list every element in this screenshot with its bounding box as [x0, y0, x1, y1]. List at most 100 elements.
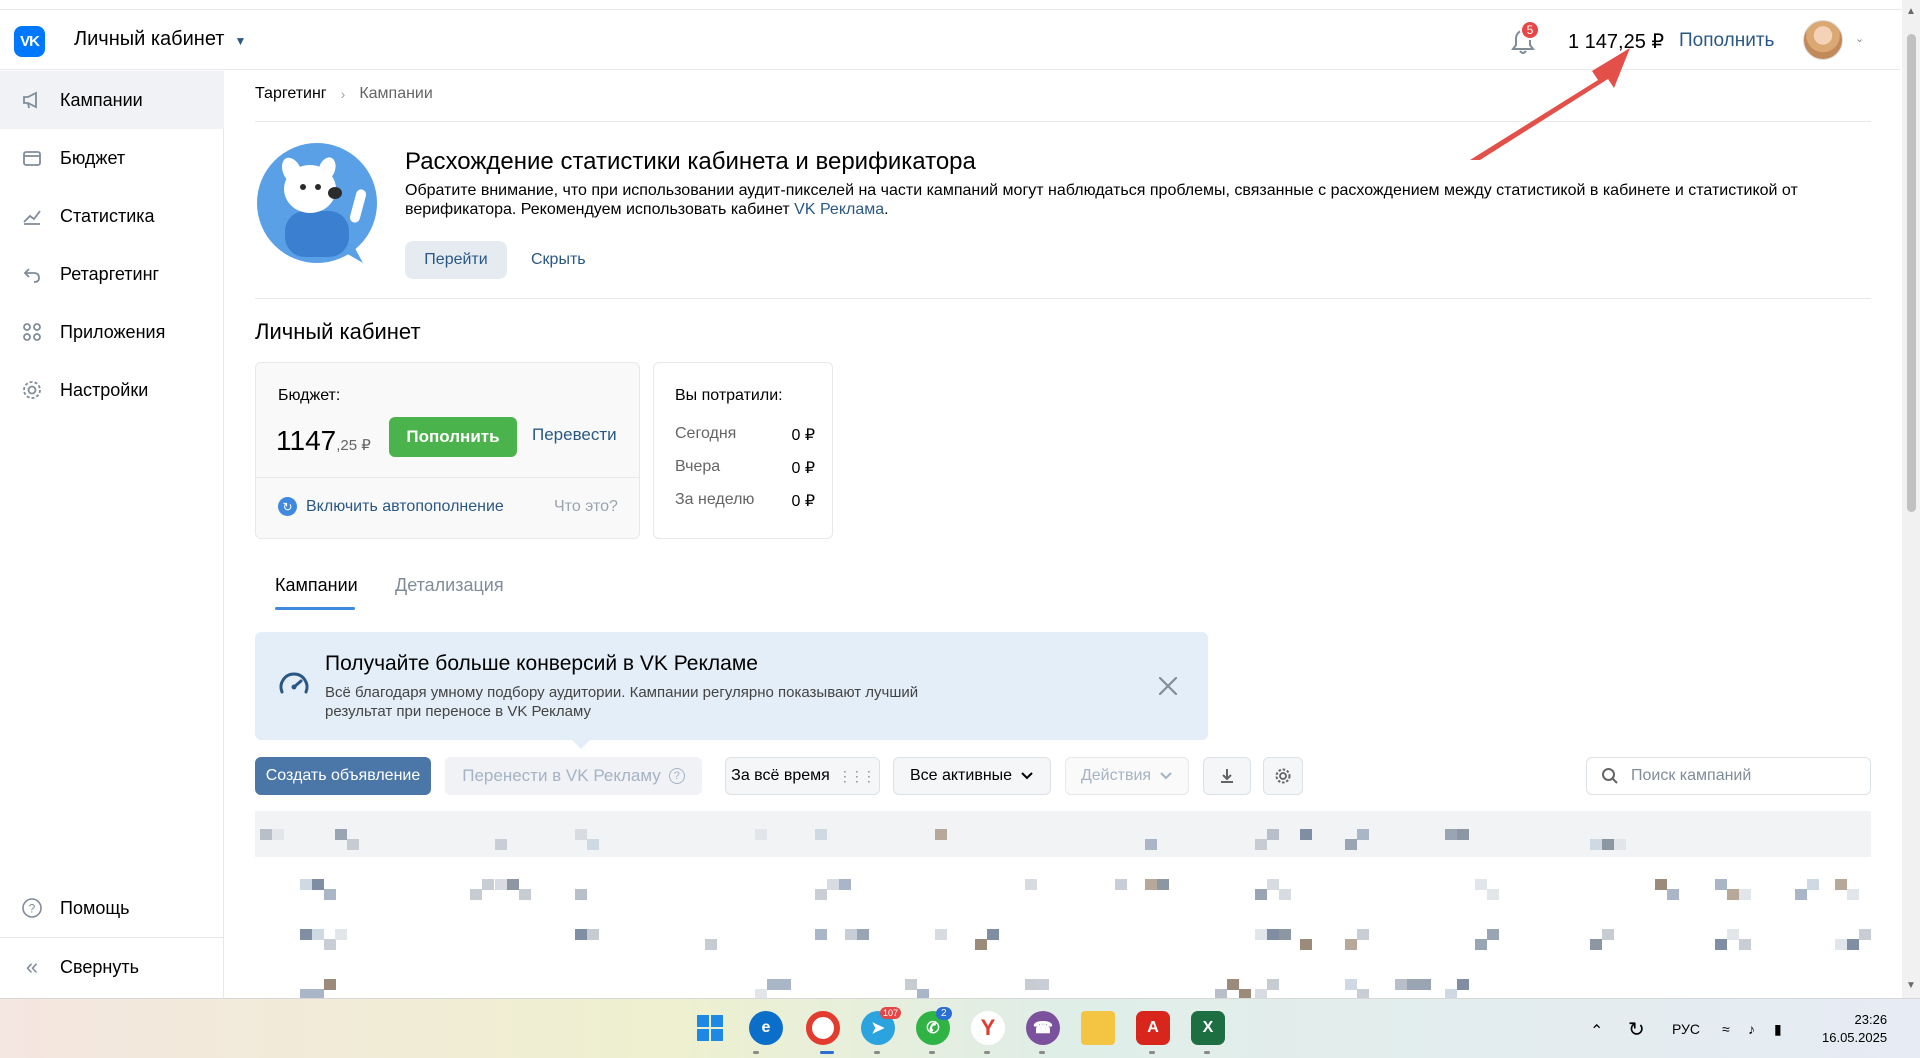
pixel-block [1115, 879, 1127, 890]
table-settings-button[interactable] [1263, 757, 1303, 795]
sidebar-item-retargeting[interactable]: Ретаргетинг [0, 245, 224, 303]
search-icon [1602, 768, 1618, 784]
chevron-up-icon[interactable]: ⌃ [1590, 1021, 1603, 1041]
whatis-link[interactable]: Что это? [554, 498, 618, 516]
pixel-block [755, 829, 767, 840]
start-icon[interactable] [693, 1011, 727, 1045]
vk-logo-icon[interactable]: VK [14, 26, 45, 57]
double-chevron-left-icon: « [25, 954, 39, 979]
chevron-down-icon [1021, 772, 1033, 780]
move-to-vk-ads-button[interactable]: Перенести в VK Рекламу ? [445, 757, 702, 795]
autopay-link[interactable]: ↻ Включить автопополнение [278, 497, 504, 516]
close-icon[interactable] [1154, 672, 1182, 700]
page-scrollbar[interactable]: ▲ ▼ [1902, 0, 1920, 998]
search-input[interactable] [1631, 767, 1851, 785]
yandex-browser-icon[interactable]: Y [971, 1011, 1005, 1045]
pixel-block [1345, 979, 1357, 990]
promo-title: Расхождение статистики кабинета и верифи… [405, 148, 976, 175]
file-explorer-icon[interactable] [1081, 1011, 1115, 1045]
pixel-block [975, 939, 987, 950]
pixel-block [1145, 839, 1157, 850]
browser-top-strip [0, 0, 1920, 10]
app-indicator [1204, 1051, 1210, 1054]
pixel-block [1655, 879, 1667, 890]
chevron-down-icon[interactable]: ⌄ [1855, 32, 1864, 45]
avatar[interactable] [1803, 20, 1843, 60]
pixel-block [1590, 839, 1602, 850]
period-select[interactable]: За всё время ⋮⋮⋮ [725, 757, 880, 795]
sync-icon[interactable]: ↻ [1628, 1017, 1645, 1042]
sidebar-item-statistics[interactable]: Статистика [0, 187, 224, 245]
promo-text-end: . [884, 201, 889, 218]
scroll-up-icon[interactable]: ▲ [1906, 6, 1916, 17]
status-filter-select[interactable]: Все активные [893, 757, 1051, 795]
pixel-block [1255, 989, 1267, 998]
pixel-block [935, 929, 947, 940]
spent-card: Вы потратили: Сегодня 0 ₽ Вчера 0 ₽ За н… [653, 362, 833, 539]
app-indicator [753, 1051, 759, 1054]
pixel-block [1445, 989, 1457, 998]
actions-select[interactable]: Действия [1065, 757, 1189, 795]
banner-pointer [571, 739, 591, 749]
download-button[interactable] [1203, 757, 1251, 795]
pixel-block [1037, 979, 1049, 990]
system-clock[interactable]: 23:26 16.05.2025 [1822, 1011, 1887, 1047]
sidebar-item-label: Приложения [60, 321, 166, 342]
cabinet-switcher[interactable]: Личный кабинет ▼ [74, 28, 246, 51]
pixel-block [1727, 889, 1739, 900]
budget-amount-main: 1147 [276, 425, 337, 456]
pixel-block [1835, 879, 1847, 890]
go-button[interactable]: Перейти [405, 241, 507, 279]
campaign-search[interactable] [1586, 757, 1871, 795]
sidebar: Кампании Бюджет Статистика Ретаргетинг П… [0, 71, 224, 998]
sidebar-item-apps[interactable]: Приложения [0, 303, 224, 361]
battery-icon[interactable]: ▮ [1774, 1021, 1782, 1038]
edge-browser-icon[interactable]: e [749, 1011, 783, 1045]
sidebar-item-help[interactable]: ? Помощь [0, 879, 224, 937]
breadcrumb-root[interactable]: Таргетинг [255, 85, 327, 103]
sidebar-item-campaigns[interactable]: Кампании [0, 71, 224, 129]
pixel-block [917, 989, 929, 998]
tab-details[interactable]: Детализация [395, 575, 504, 596]
divider [255, 298, 1871, 299]
create-ad-button[interactable]: Создать объявление [255, 757, 431, 795]
sidebar-collapse-button[interactable]: « Свернуть [0, 938, 224, 996]
viber-icon[interactable]: ☎ [1026, 1011, 1060, 1045]
sidebar-item-budget[interactable]: Бюджет [0, 129, 224, 187]
chrome-browser-icon[interactable] [806, 1011, 840, 1045]
header-topup-link[interactable]: Пополнить [1679, 30, 1774, 52]
tab-campaigns[interactable]: Кампании [275, 575, 358, 596]
wifi-icon[interactable]: ≈ [1722, 1021, 1730, 1037]
sidebar-item-label: Кампании [60, 89, 143, 110]
pixel-block [300, 989, 312, 998]
chevron-down-icon [1160, 772, 1172, 780]
hide-button[interactable]: Скрыть [531, 241, 586, 279]
sidebar-item-label: Настройки [60, 379, 149, 400]
clock-time: 23:26 [1854, 1012, 1888, 1027]
pixel-block [987, 929, 999, 940]
input-language[interactable]: РУС [1672, 1021, 1700, 1037]
scroll-down-icon[interactable]: ▼ [1906, 980, 1916, 991]
spent-row-value: 0 ₽ [791, 427, 815, 444]
scroll-thumb[interactable] [1907, 34, 1916, 512]
pixel-block [1255, 889, 1267, 900]
transfer-link[interactable]: Перевести [532, 425, 617, 445]
topup-button[interactable]: Пополнить [389, 417, 517, 457]
vk-ads-link[interactable]: VK Реклама [794, 201, 884, 218]
pixel-block [1602, 929, 1614, 940]
sidebar-item-settings[interactable]: Настройки [0, 361, 224, 419]
volume-icon[interactable]: ♪ [1748, 1021, 1755, 1037]
pixel-block [705, 939, 717, 950]
promo-text: Обратите внимание, что при использовании… [405, 181, 1865, 219]
pixel-block [1227, 979, 1239, 990]
excel-icon[interactable]: X [1191, 1011, 1225, 1045]
pixel-block [1847, 939, 1859, 950]
breadcrumb: Таргетинг › Кампании [255, 85, 433, 103]
budget-amount-fraction: ,25 ₽ [336, 437, 371, 454]
sidebar-item-label: Свернуть [60, 956, 139, 977]
acrobat-icon[interactable]: A [1136, 1011, 1170, 1045]
pixel-block [300, 879, 312, 890]
sidebar-item-label: Бюджет [60, 147, 126, 168]
pixel-block [300, 929, 312, 940]
divider [255, 121, 1871, 122]
